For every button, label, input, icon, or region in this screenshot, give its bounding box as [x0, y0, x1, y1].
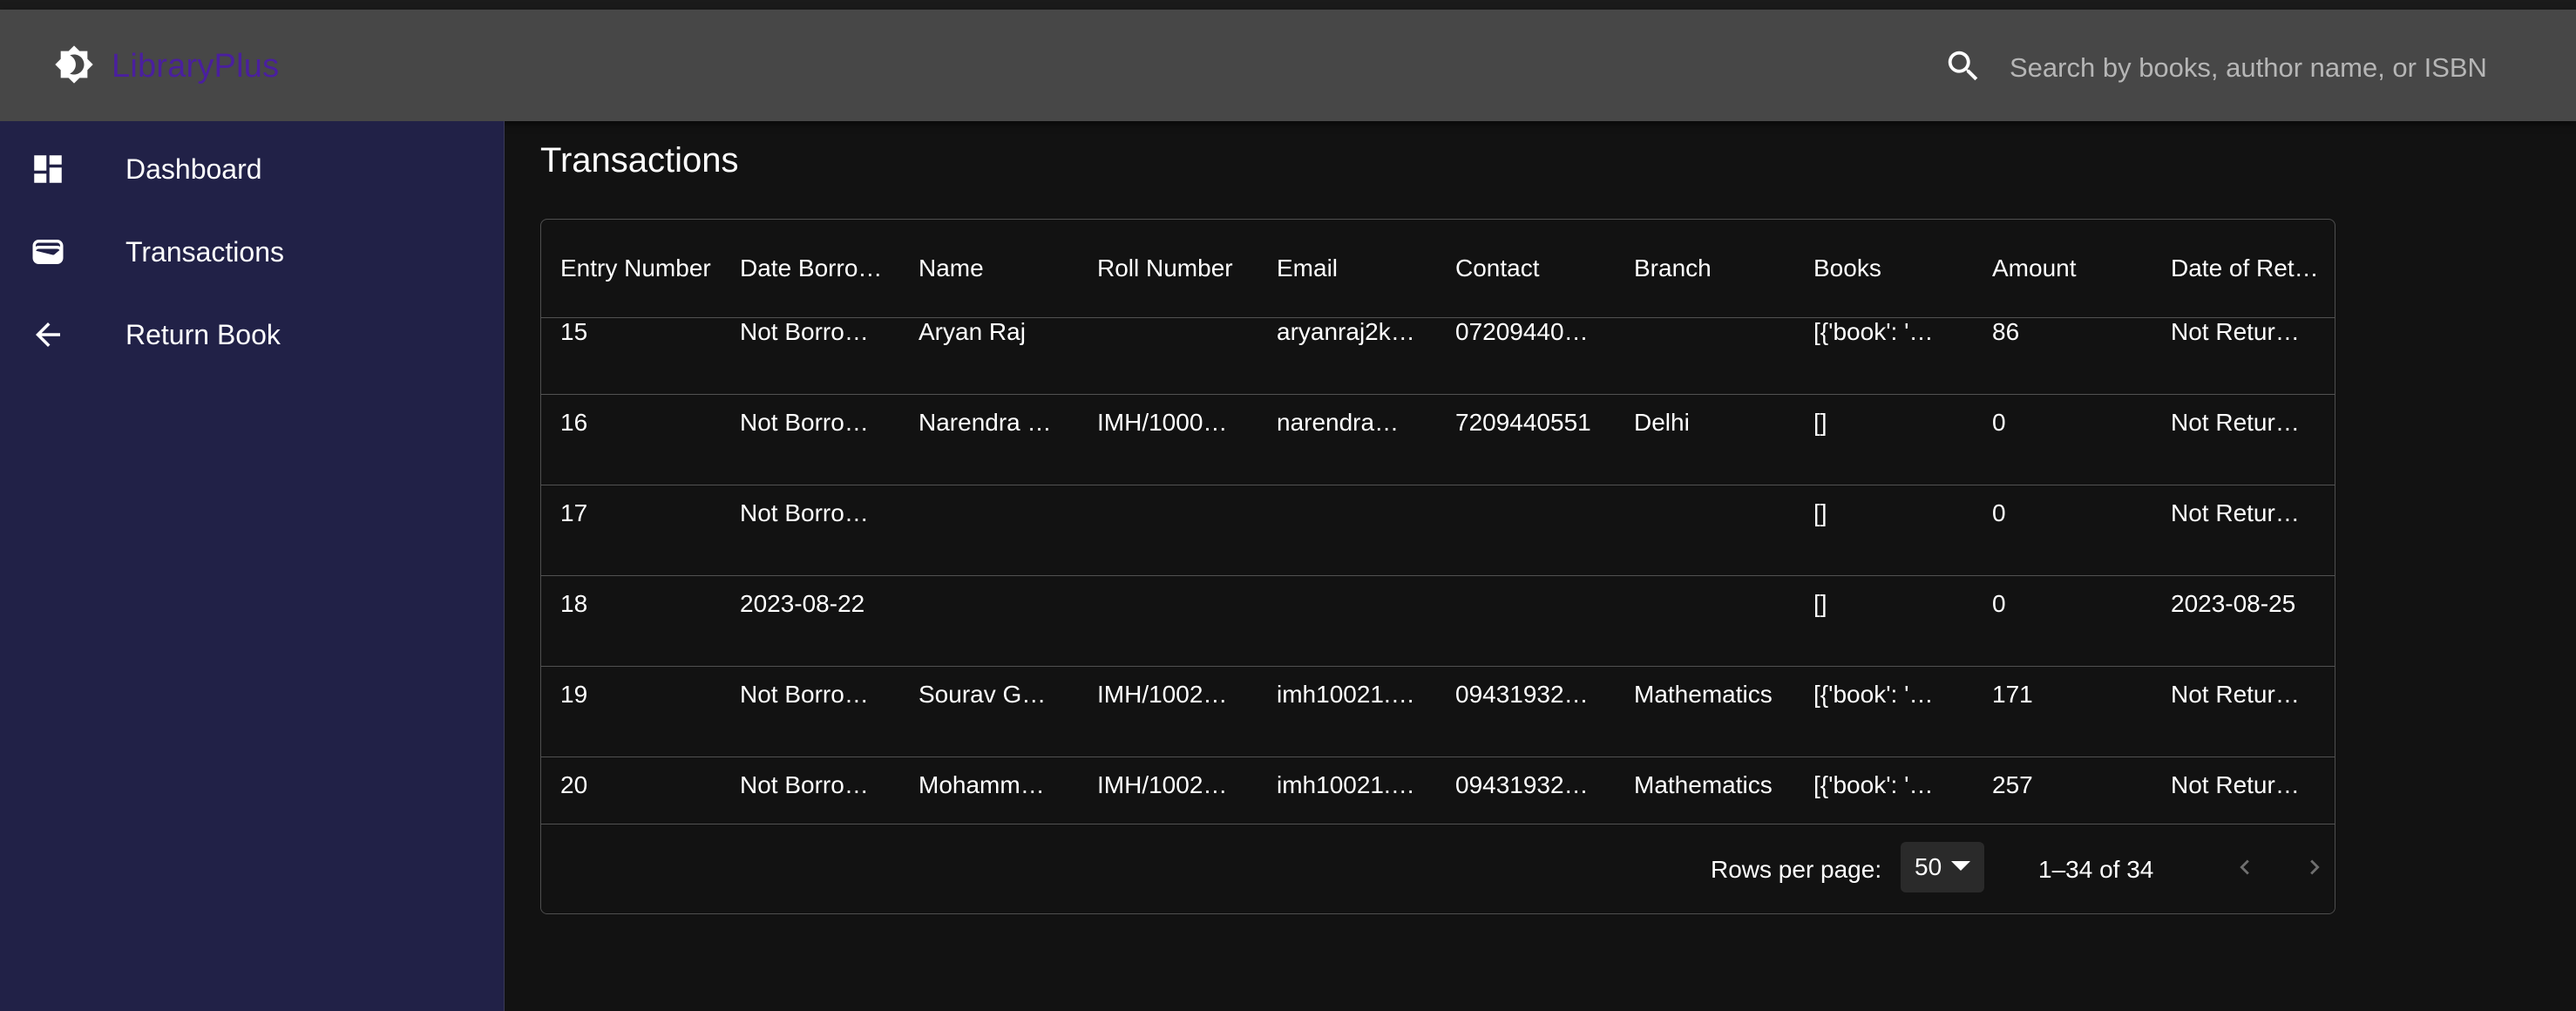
cell-date-of-return: Not Returned [2171, 409, 2310, 436]
dashboard-icon [30, 151, 66, 187]
cell-email: aryanraj2k… [1277, 318, 1415, 345]
app-header: LibraryPlus [0, 10, 2576, 121]
column-header-date-borrowed[interactable]: Date Borrowed [740, 254, 897, 282]
transactions-table: Entry Number Date Borrowed Name Roll Num… [540, 219, 2335, 914]
table-row[interactable]: 15 Not Borrowed Aryan Raj aryanraj2k… 072094… [541, 304, 2335, 395]
sidebar-item-return-book[interactable]: Return Book [0, 295, 504, 374]
brightness-icon [54, 44, 94, 89]
cell-roll-number: IMH/1002… [1097, 681, 1228, 708]
cell-name: Mohamma… [919, 771, 1058, 798]
sidebar-item-label: Dashboard [125, 153, 262, 185]
sidebar: Dashboard Transactions Return Book [0, 121, 505, 1011]
sidebar-item-transactions[interactable]: Transactions [0, 213, 504, 291]
table-row[interactable]: 16 Not Borrowed Narendra … IMH/1000… narendr… [541, 395, 2335, 485]
search-bar [1943, 44, 2552, 92]
column-header-email[interactable]: Email [1277, 254, 1434, 282]
cell-contact: 09431932… [1455, 771, 1589, 798]
cell-books: [] [1813, 409, 1827, 436]
cell-amount: 171 [1992, 681, 2033, 708]
search-input[interactable] [2008, 51, 2552, 85]
cell-books: [] [1813, 590, 1827, 617]
cell-date-of-return: Not Returned [2171, 681, 2310, 708]
cell-entry-number: 18 [560, 590, 588, 617]
cell-date-borrowed: 2023-08-22 [740, 590, 865, 617]
cell-books: [{'book': '… [1813, 681, 1934, 708]
cell-contact: 07209440… [1455, 318, 1589, 345]
cell-date-borrowed: Not Borrowed [740, 318, 871, 345]
cell-amount: 0 [1992, 499, 2006, 526]
table-row[interactable]: 19 Not Borrowed Sourav Ga… IMH/1002… imh1002… [541, 667, 2335, 757]
column-header-entry-number[interactable]: Entry Number [560, 254, 726, 282]
cell-date-of-return: 2023-08-25 [2171, 590, 2296, 617]
cell-branch: Delhi [1634, 409, 1690, 436]
next-page-button[interactable] [2293, 845, 2335, 889]
cell-date-of-return: Not Returned [2171, 499, 2310, 526]
sidebar-item-label: Transactions [125, 235, 284, 268]
page-title: Transactions [540, 141, 739, 180]
column-header-name[interactable]: Name [919, 254, 1075, 282]
cell-date-of-return: Not Returned [2171, 318, 2310, 345]
cell-entry-number: 16 [560, 409, 588, 436]
column-header-branch[interactable]: Branch [1634, 254, 1791, 282]
cell-date-borrowed: Not Borrowed [740, 409, 871, 436]
cell-branch: Mathematics [1634, 771, 1773, 798]
sidebar-item-label: Return Book [125, 318, 281, 350]
caret-down-icon [1951, 861, 1970, 871]
cell-contact: 7209440551 [1455, 409, 1591, 436]
previous-page-button[interactable] [2223, 845, 2267, 889]
cell-books: [{'book': '… [1813, 318, 1934, 345]
column-header-date-of-return[interactable]: Date of Return [2171, 254, 2323, 282]
chevron-right-icon [2310, 859, 2320, 875]
pagination-range: 1–34 of 34 [2038, 856, 2154, 883]
cell-books: [{'book': '… [1813, 771, 1934, 798]
cell-email: narendra… [1277, 409, 1400, 436]
brand-name: LibraryPlus [112, 47, 280, 85]
search-icon[interactable] [1943, 46, 1983, 91]
cell-amount: 0 [1992, 590, 2006, 617]
wallet-icon [30, 234, 66, 270]
table-row[interactable]: 17 Not Borrowed [] 0 Not Returned [541, 485, 2335, 576]
cell-name: Aryan Raj [919, 318, 1026, 345]
cell-entry-number: 17 [560, 499, 588, 526]
cell-roll-number: IMH/1000… [1097, 409, 1228, 436]
rows-per-page-label: Rows per page: [1711, 856, 1882, 883]
column-header-books[interactable]: Books [1813, 254, 1970, 282]
arrow-back-icon [30, 316, 66, 353]
column-header-contact[interactable]: Contact [1455, 254, 1612, 282]
cell-email: imh10021.… [1277, 681, 1415, 708]
cell-date-borrowed: Not Borrowed [740, 771, 871, 798]
cell-amount: 86 [1992, 318, 2020, 345]
cell-email: imh10021.… [1277, 771, 1415, 798]
cell-date-of-return: Not Returned [2171, 771, 2310, 798]
rows-per-page-select[interactable]: 50 [1901, 842, 1984, 892]
table-row[interactable]: 18 2023-08-22 [] 0 2023-08-25 [541, 576, 2335, 667]
cell-date-borrowed: Not Borrowed [740, 499, 871, 526]
table-pagination: Rows per page: 50 1–34 of 34 [541, 824, 2335, 913]
cell-name: Sourav Ga… [919, 681, 1058, 708]
rows-per-page-value: 50 [1915, 853, 1942, 880]
column-header-roll-number[interactable]: Roll Number [1097, 254, 1254, 282]
cell-contact: 09431932… [1455, 681, 1589, 708]
cell-entry-number: 19 [560, 681, 588, 708]
brand[interactable]: LibraryPlus [54, 44, 279, 88]
cell-roll-number: IMH/1002… [1097, 771, 1228, 798]
sidebar-item-dashboard[interactable]: Dashboard [0, 130, 504, 208]
chevron-left-icon [2240, 859, 2249, 875]
column-header-amount[interactable]: Amount [1992, 254, 2149, 282]
cell-entry-number: 20 [560, 771, 588, 798]
cell-branch: Mathematics [1634, 681, 1773, 708]
cell-amount: 257 [1992, 771, 2033, 798]
cell-amount: 0 [1992, 409, 2006, 436]
cell-name: Narendra … [919, 409, 1052, 436]
cell-books: [] [1813, 499, 1827, 526]
cell-entry-number: 15 [560, 318, 588, 345]
cell-date-borrowed: Not Borrowed [740, 681, 871, 708]
